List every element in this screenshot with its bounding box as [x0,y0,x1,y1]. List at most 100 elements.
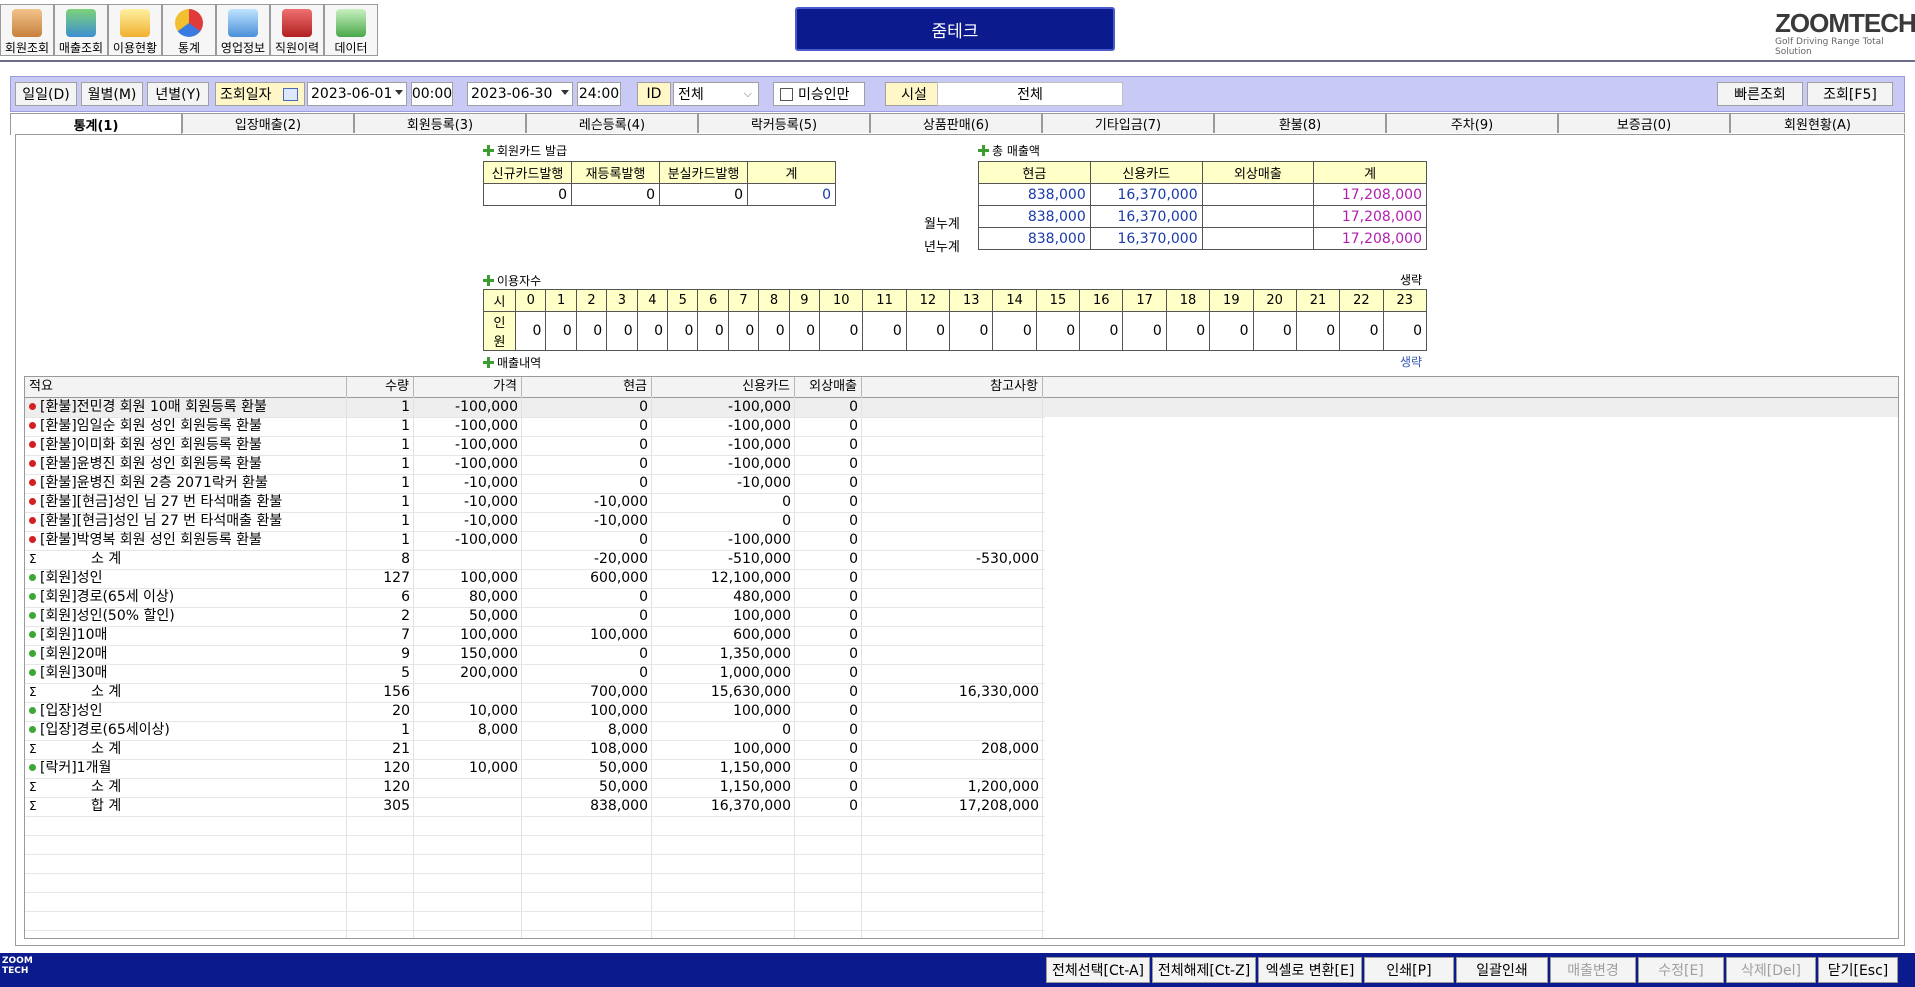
table-row[interactable]: [환불]임일순 회원 성인 회원등록 환불 1 -100,000 0 -100,000 0 [25,417,1898,436]
staff-history-button-label: 직원이력 [274,41,320,55]
row-credit-cell: 0 [849,532,858,548]
subtotal-row[interactable]: Σ 합 계 305 838,000 16,370,000 0 17,208,000 [25,797,1898,816]
data-button[interactable]: 데이터 [324,4,378,56]
to-time-field[interactable]: 24:00 [577,82,621,106]
column-qty[interactable]: 수량 [347,377,414,397]
tab-product-sales[interactable]: 상품판매(6) [870,113,1042,133]
stats-button[interactable]: 통계 [162,4,216,56]
table-row[interactable]: [환불][현금]성인 님 27 번 타석매출 환불 1 -10,000 -10,000… [25,512,1898,531]
subtotal-row[interactable]: Σ 소 계 120 50,000 1,150,000 0 1,200,000 [25,778,1898,797]
column-card[interactable]: 신용카드 [652,377,795,397]
table-row[interactable]: [회원]20매 9 150,000 0 1,350,000 0 [25,645,1898,664]
deselect-all-button[interactable]: 전체해제[Ct-Z] [1152,957,1256,983]
table-row[interactable]: [환불]윤병진 회원 2층 2071락커 환불 1 -10,000 0 -10,000 0 [25,474,1898,493]
export-excel-button[interactable]: 엑셀로 변환[E] [1258,957,1362,983]
tab-member-registration[interactable]: 회원등록(3) [354,113,526,133]
facility-field[interactable]: 전체 [937,82,1123,106]
plus-icon [483,145,494,156]
column-desc[interactable]: 적요 [25,377,347,397]
tab-entry-sales[interactable]: 입장매출(2) [182,113,354,133]
column-credit[interactable]: 외상매출 [795,377,862,397]
row-note-cell [862,645,1043,664]
subtotal-row[interactable]: Σ 소 계 156 700,000 15,630,000 0 16,330,000 [25,683,1898,702]
checkbox-icon[interactable] [780,87,793,101]
row-description: [환불][현금]성인 님 27 번 타석매출 환불 [40,494,283,510]
table-row[interactable]: [환불]전민경 회원 10매 회원등록 환불 1 -100,000 0 -100,000… [25,398,1898,417]
business-info-button[interactable]: 영업정보 [216,4,270,56]
tab-locker-registration[interactable]: 락커등록(5) [698,113,870,133]
sales-detail-list[interactable]: 적요 수량 가격 현금 신용카드 외상매출 참고사항 [환불]전민경 회원 10… [24,376,1899,939]
row-credit-cell: 0 [849,475,858,491]
chevron-down-icon [561,90,569,95]
row-cash-cell: 100,000 [590,703,648,719]
row-qty-cell: 120 [383,779,410,795]
tab-stats[interactable]: 통계(1) [10,113,182,135]
tab-deposit[interactable]: 보증금(0) [1558,113,1730,133]
row-qty-cell: 2 [401,608,410,624]
unapproved-only-checkbox[interactable]: 미승인만 [773,82,865,106]
refund-marker-icon [29,535,36,543]
table-row[interactable]: [회원]성인 127 100,000 600,000 12,100,000 0 [25,569,1898,588]
usage-count-cell: 0 [636,311,669,351]
select-all-button[interactable]: 전체선택[Ct-A] [1046,957,1150,983]
refund-marker-icon [29,421,36,429]
from-time-field[interactable]: 00:00 [411,82,453,106]
print-button[interactable]: 인쇄[P] [1364,957,1454,983]
staff-history-button[interactable]: 직원이력 [270,4,324,56]
usage-hour-cell: 7 [727,289,760,312]
row-cash-cell: 50,000 [599,760,648,776]
table-row[interactable]: [회원]성인(50% 할인) 2 50,000 0 100,000 0 [25,607,1898,626]
tab-refund[interactable]: 환불(8) [1214,113,1386,133]
id-select[interactable]: 전체 ⌵ [673,82,759,106]
usage-count-cell: 0 [1079,311,1124,351]
table-row[interactable]: [환불]윤병진 회원 성인 회원등록 환불 1 -100,000 0 -100,000 0 [25,455,1898,474]
brand-tagline: Golf Driving Range Total Solution [1775,37,1884,57]
table-row[interactable]: [회원]30매 5 200,000 0 1,000,000 0 [25,664,1898,683]
usage-hour-cell: 2 [575,289,608,312]
table-row[interactable]: [입장]경로(65세이상) 1 8,000 8,000 0 0 [25,721,1898,740]
usage-status-button[interactable]: 이용현황 [108,4,162,56]
usage-count-cell: 0 [1165,311,1211,351]
column-price[interactable]: 가격 [414,377,522,397]
usage-count-cell: 0 [992,311,1037,351]
refund-marker-icon [29,440,36,448]
tab-lesson-registration[interactable]: 레슨등록(4) [526,113,698,133]
to-date-select[interactable]: 2023-06-30 [467,82,573,106]
table-row[interactable]: [환불]박영복 회원 성인 회원등록 환불 1 -100,000 0 -100,000 0 [25,531,1898,550]
calendar-icon[interactable] [283,88,298,101]
from-date-select[interactable]: 2023-06-01 [307,82,407,106]
sales-lookup-button[interactable]: 매출조회 [54,4,108,56]
subtotal-row[interactable]: Σ 소 계 8 -20,000 -510,000 0 -530,000 [25,550,1898,569]
row-description-cell: [환불]윤병진 회원 성인 회원등록 환불 [25,455,347,474]
column-cash[interactable]: 현금 [522,377,652,397]
column-note[interactable]: 참고사항 [862,377,1043,397]
table-row[interactable]: [환불]이미화 회원 성인 회원등록 환불 1 -100,000 0 -100,000 0 [25,436,1898,455]
daily-button[interactable]: 일일(D) [15,82,77,106]
monthly-button[interactable]: 월별(M) [81,82,143,106]
change-sales-button[interactable]: 매출변경 [1550,957,1636,983]
usage-title: 이용자수 [483,272,541,289]
search-button[interactable]: 조회[F5] [1807,82,1893,106]
row-card-cell: 15,630,000 [710,684,791,700]
delete-button[interactable]: 삭제[Del] [1726,957,1816,983]
table-row[interactable]: [회원]10매 7 100,000 100,000 600,000 0 [25,626,1898,645]
close-button[interactable]: 닫기[Esc] [1818,957,1898,983]
members-button[interactable]: 회원조회 [0,4,54,56]
row-description-cell: [환불]박영복 회원 성인 회원등록 환불 [25,531,347,550]
table-row[interactable]: [회원]경로(65세 이상) 6 80,000 0 480,000 0 [25,588,1898,607]
usage-count-cell: 0 [949,311,994,351]
tab-parking[interactable]: 주차(9) [1386,113,1558,133]
table-row[interactable]: [입장]성인 20 10,000 100,000 100,000 0 [25,702,1898,721]
edit-button[interactable]: 수정[E] [1638,957,1724,983]
row-price-cell: 100,000 [460,570,518,586]
subtotal-row[interactable]: Σ 소 계 21 108,000 100,000 0 208,000 [25,740,1898,759]
tab-member-status[interactable]: 회원현황(A) [1730,113,1905,133]
yearly-button[interactable]: 년별(Y) [147,82,209,106]
quick-search-button[interactable]: 빠른조회 [1717,82,1803,106]
item-marker-icon [29,763,36,771]
table-row[interactable]: [환불][현금]성인 님 27 번 타석매출 환불 1 -10,000 -10,000… [25,493,1898,512]
usage-title-text: 이용자수 [497,274,542,288]
batch-print-button[interactable]: 일괄인쇄 [1456,957,1548,983]
tab-other-deposit[interactable]: 기타입금(7) [1042,113,1214,133]
table-row[interactable]: [락커]1개월 120 10,000 50,000 1,150,000 0 [25,759,1898,778]
